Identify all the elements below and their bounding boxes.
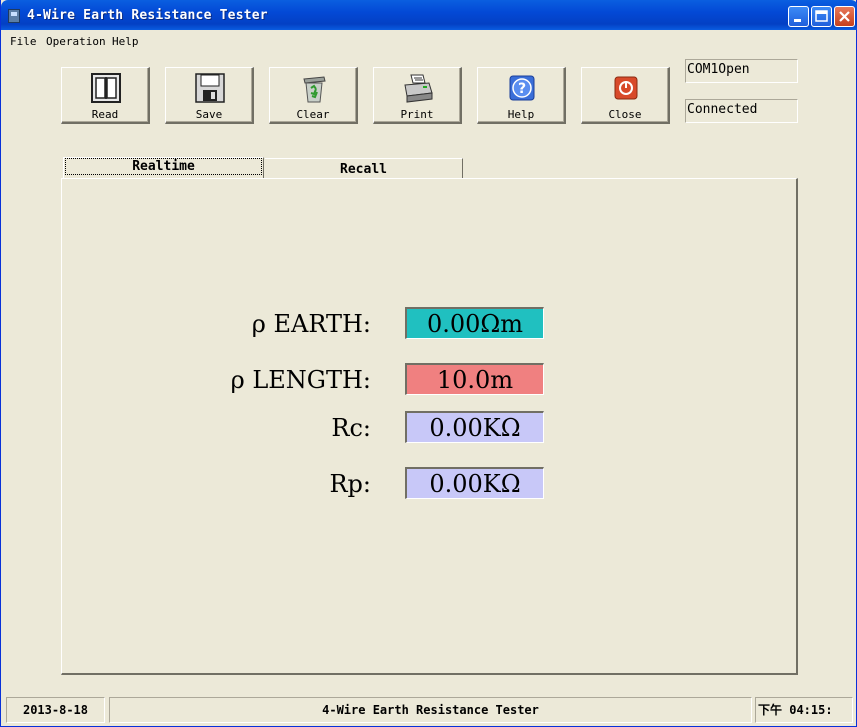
rp-value: 0.00KΩ	[405, 467, 544, 499]
read-button[interactable]: Read	[61, 67, 150, 124]
close-window-button[interactable]	[834, 6, 855, 27]
recycle-bin-icon	[303, 76, 326, 103]
close-label: Close	[608, 108, 642, 121]
printer-icon	[404, 74, 433, 103]
maximize-icon	[815, 10, 828, 22]
save-label: Save	[195, 108, 223, 121]
minimize-icon	[794, 19, 801, 22]
rc-value: 0.00KΩ	[405, 411, 544, 443]
com-port-status: COM1Open	[685, 59, 798, 83]
help-label: Help	[507, 108, 535, 121]
window-title: 4-Wire Earth Resistance Tester	[27, 8, 268, 23]
connection-status: Connected	[685, 99, 798, 123]
close-icon	[839, 11, 850, 22]
main-window: 4-Wire Earth Resistance Tester File Oper…	[0, 0, 857, 727]
tab-realtime-label: Realtime	[65, 158, 262, 175]
menu-operation[interactable]: Operation	[46, 35, 106, 48]
title-bar[interactable]: 4-Wire Earth Resistance Tester	[1, 0, 857, 30]
maximize-button[interactable]	[811, 6, 832, 27]
print-button[interactable]: Print	[373, 67, 462, 124]
length-value: 10.0m	[405, 363, 544, 395]
read-label: Read	[91, 108, 119, 121]
help-button[interactable]: ? Help	[477, 67, 566, 124]
rc-label: Rc:	[331, 414, 371, 442]
menu-file[interactable]: File	[10, 35, 37, 48]
status-date: 2013-8-18	[6, 697, 105, 723]
menu-help[interactable]: Help	[112, 35, 139, 48]
tab-realtime[interactable]: Realtime	[63, 157, 264, 178]
app-icon[interactable]	[8, 9, 20, 23]
minimize-button[interactable]	[788, 6, 809, 27]
rp-label: Rp:	[329, 470, 371, 498]
menu-bar: File Operation Help	[3, 31, 854, 51]
tab-recall-label: Recall	[340, 162, 387, 177]
save-button[interactable]: Save	[165, 67, 254, 124]
power-icon	[614, 76, 638, 100]
floppy-disk-icon	[195, 73, 225, 103]
help-question-icon: ?	[509, 75, 535, 101]
svg-text:?: ?	[518, 81, 526, 97]
earth-value: 0.00Ωm	[405, 307, 544, 339]
status-time: 下午 04:15:	[755, 697, 853, 723]
status-app-name: 4-Wire Earth Resistance Tester	[109, 697, 752, 723]
earth-label: ρ EARTH:	[251, 310, 371, 338]
length-label: ρ LENGTH:	[230, 366, 371, 394]
clear-label: Clear	[296, 108, 330, 121]
close-button[interactable]: Close	[581, 67, 670, 124]
clear-button[interactable]: Clear	[269, 67, 358, 124]
read-book-icon	[91, 73, 121, 103]
print-label: Print	[400, 108, 434, 121]
tab-recall[interactable]: Recall	[265, 158, 463, 178]
